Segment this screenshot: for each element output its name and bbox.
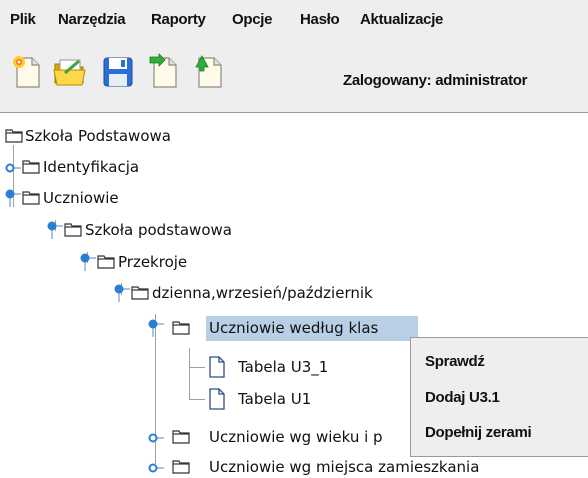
tree-node-label: Tabela U3_1 xyxy=(238,358,329,376)
tree-line xyxy=(189,367,205,368)
save-button[interactable] xyxy=(99,53,137,91)
folder-icon xyxy=(172,460,190,474)
new-document-icon xyxy=(13,56,40,88)
menu-narzedzia[interactable]: Narzędzia xyxy=(58,11,126,28)
folder-icon xyxy=(22,191,40,205)
tree-node-label: Przekroje xyxy=(118,253,188,271)
import-document-icon xyxy=(195,55,222,88)
toolbar: Zalogowany: administrator xyxy=(0,40,588,112)
tree-line xyxy=(189,348,190,399)
document-icon xyxy=(209,388,225,410)
folder-icon xyxy=(172,321,190,335)
tree-node-label: Uczniowie xyxy=(43,189,119,207)
folder-icon xyxy=(172,430,190,444)
context-item-dopelnij-zerami[interactable]: Dopełnij zerami xyxy=(425,424,532,441)
import-document-button[interactable] xyxy=(190,53,228,91)
tree-line xyxy=(189,399,205,400)
document-icon xyxy=(209,356,225,378)
folder-icon xyxy=(22,160,40,174)
tree-node-label: Uczniowie według klas xyxy=(209,319,379,337)
menu-aktualizacje[interactable]: Aktualizacje xyxy=(360,11,443,28)
export-document-button[interactable] xyxy=(145,53,183,91)
menu-haslo[interactable]: Hasło xyxy=(300,11,340,28)
tree-node-label: Szkoła Podstawowa xyxy=(25,127,171,145)
open-folder-button[interactable] xyxy=(51,53,89,91)
export-document-icon xyxy=(149,53,177,88)
menu-plik[interactable]: Plik xyxy=(10,11,36,28)
menu-raporty[interactable]: Raporty xyxy=(151,11,206,28)
tree-node-label: Szkoła podstawowa xyxy=(85,221,232,239)
context-item-dodaj-u3-1[interactable]: Dodaj U3.1 xyxy=(425,389,500,406)
collapse-handle-icon[interactable] xyxy=(80,253,96,271)
tree-node-label: dzienna,wrzesień/październik xyxy=(152,284,373,302)
expand-handle-icon[interactable] xyxy=(5,163,21,173)
tree-node-label: Tabela U1 xyxy=(238,390,312,408)
expand-handle-icon[interactable] xyxy=(148,463,164,473)
collapse-handle-icon[interactable] xyxy=(114,284,130,302)
tree-node-label: Uczniowie wg wieku i p xyxy=(209,428,383,446)
tree-node-label: Identyfikacja xyxy=(43,158,140,176)
folder-icon xyxy=(64,223,82,237)
logged-in-label: Zalogowany: administrator xyxy=(343,72,528,89)
expand-handle-icon[interactable] xyxy=(148,433,164,443)
tree-node-label: Uczniowie wg miejsca zamieszkania xyxy=(209,458,480,476)
save-icon xyxy=(103,57,133,87)
folder-icon xyxy=(97,255,115,269)
collapse-handle-icon[interactable] xyxy=(148,319,164,337)
context-menu: Sprawdź Dodaj U3.1 Dopełnij zerami xyxy=(410,337,588,457)
menu-opcje[interactable]: Opcje xyxy=(232,11,272,28)
folder-icon xyxy=(5,129,23,143)
new-document-button[interactable] xyxy=(8,53,46,91)
folder-icon xyxy=(131,286,149,300)
collapse-handle-icon[interactable] xyxy=(47,221,63,239)
context-item-sprawdz[interactable]: Sprawdź xyxy=(425,353,485,370)
menu-bar: Plik Narzędzia Raporty Opcje Hasło Aktua… xyxy=(0,0,588,40)
open-folder-icon xyxy=(53,59,86,86)
collapse-handle-icon[interactable] xyxy=(5,189,21,207)
